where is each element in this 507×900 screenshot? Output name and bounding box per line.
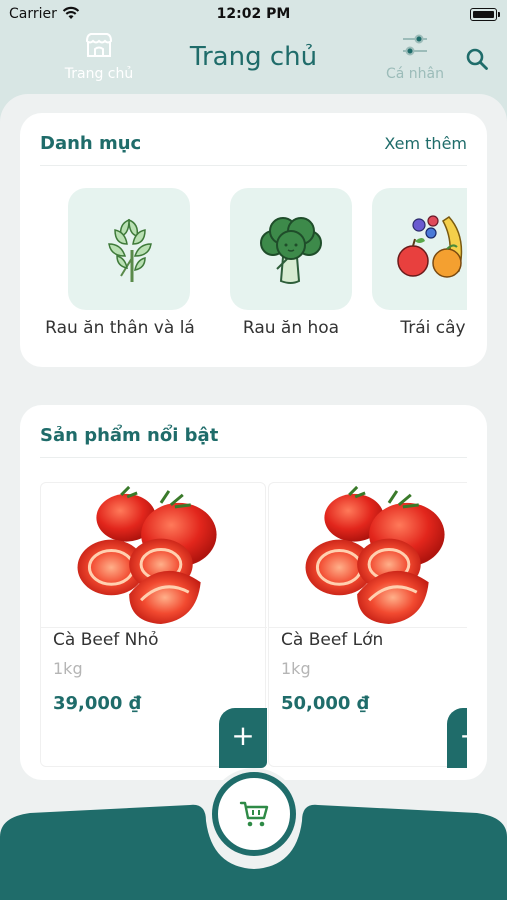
tomato-image — [41, 485, 267, 628]
cart-icon — [239, 801, 269, 827]
add-to-cart-button[interactable]: + — [447, 708, 467, 768]
product-price: 39,000 ₫ — [53, 693, 142, 714]
store-icon — [85, 33, 113, 57]
nav-profile-label: Cá nhân — [385, 66, 444, 82]
product-card[interactable]: Cà Beef Nhỏ 1kg 39,000 ₫ + — [40, 482, 267, 768]
leafy-greens-icon — [108, 218, 152, 282]
product-card[interactable]: Cà Beef Lớn 1kg 50,000 ₫ + — [268, 482, 467, 768]
product-unit: 1kg — [53, 659, 83, 678]
sliders-icon — [403, 34, 427, 56]
nav-home-label: Trang chủ — [64, 66, 134, 82]
category-item[interactable]: Rau ăn hoa — [206, 186, 376, 356]
battery-icon — [470, 8, 500, 21]
add-to-cart-button[interactable]: + — [219, 708, 267, 768]
fruits-icon — [397, 215, 463, 278]
featured-title: Sản phẩm nổi bật — [40, 425, 219, 446]
divider — [40, 165, 467, 166]
broccoli-icon — [260, 217, 322, 284]
categories-title: Danh mục — [40, 133, 142, 154]
tomato-image — [269, 485, 467, 628]
nav-profile[interactable]: Cá nhân — [355, 32, 475, 92]
category-tile — [230, 188, 352, 310]
product-name: Cà Beef Nhỏ — [53, 630, 159, 650]
category-label: Trái cây — [400, 318, 466, 338]
product-price: 50,000 ₫ — [281, 693, 370, 714]
status-bar: Carrier 12:02 PM — [0, 0, 507, 30]
category-list[interactable]: Rau ăn thân và lá Rau ăn hoa Trái cây — [20, 186, 467, 356]
product-list[interactable]: Cà Beef Nhỏ 1kg 39,000 ₫ + Cà Beef Lớn 1… — [20, 482, 467, 772]
category-label: Rau ăn hoa — [242, 318, 340, 338]
category-item[interactable]: Rau ăn thân và lá — [35, 186, 205, 356]
featured-card: Sản phẩm nổi bật Cà Beef Nhỏ 1kg 39,000 … — [20, 405, 487, 780]
category-tile — [372, 188, 467, 310]
see-more-link[interactable]: Xem thêm — [384, 134, 467, 153]
divider — [40, 457, 467, 458]
categories-card: Danh mục Xem thêm Rau ăn thân và lá Rau … — [20, 113, 487, 367]
product-name: Cà Beef Lớn — [281, 630, 384, 650]
category-tile — [68, 188, 190, 310]
cart-button[interactable] — [212, 772, 296, 856]
status-time: 12:02 PM — [216, 6, 291, 22]
category-item[interactable]: Trái cây — [370, 186, 467, 356]
category-label: Rau ăn thân và lá — [45, 318, 195, 338]
nav-home[interactable]: Trang chủ — [39, 32, 159, 92]
product-unit: 1kg — [281, 659, 311, 678]
